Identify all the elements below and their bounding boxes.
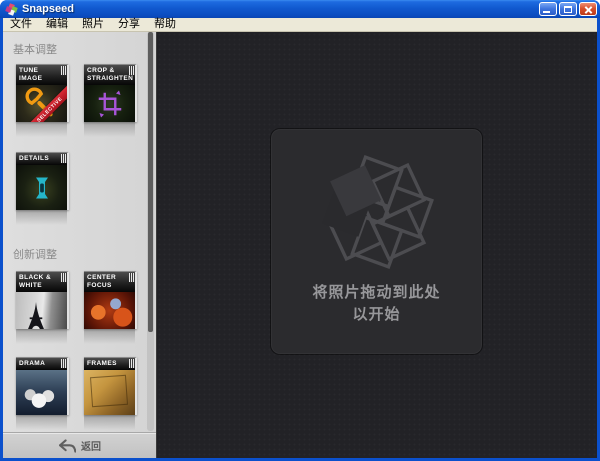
menu-help[interactable]: 帮助 — [147, 18, 183, 31]
back-arrow-icon — [59, 438, 76, 453]
title-bar[interactable]: Snapseed — [0, 0, 600, 18]
tile-art — [84, 370, 135, 415]
dropzone-hint-line1: 将照片拖动到此处 — [312, 284, 441, 301]
window-title: Snapseed — [22, 3, 74, 15]
main-canvas-area: 将照片拖动到此处 以开始 — [156, 32, 597, 458]
snapseed-logo — [321, 155, 434, 269]
sidebar-scrollbar-thumb[interactable] — [148, 32, 153, 332]
dropzone-hint: 将照片拖动到此处 以开始 — [271, 282, 482, 326]
barcode-icon — [61, 273, 67, 282]
filter-sidebar: 基本调整 TUNE IMAGE SELECTIVE CROP & STRAIGH… — [3, 32, 156, 458]
barcode-icon — [61, 154, 67, 163]
filter-tile-frames[interactable]: FRAMES — [84, 357, 137, 430]
snapseed-window: Snapseed 文件 编辑 照片 分享 帮助 基本调整 TUNE IMAGE — [0, 0, 600, 461]
close-button[interactable] — [579, 2, 597, 16]
filter-tile-drama[interactable]: DRAMA — [16, 357, 69, 430]
back-label: 返回 — [81, 442, 101, 453]
tile-label: CROP & STRAIGHTEN — [84, 65, 135, 86]
barcode-icon — [129, 359, 135, 368]
tile-art — [16, 292, 67, 329]
menu-bar: 文件 编辑 照片 分享 帮助 — [3, 18, 597, 32]
filter-tile-tune-image[interactable]: TUNE IMAGE SELECTIVE — [16, 64, 69, 137]
barcode-icon — [129, 273, 135, 282]
window-content: 基本调整 TUNE IMAGE SELECTIVE CROP & STRAIGH… — [3, 32, 597, 458]
filter-tile-center-focus[interactable]: CENTER FOCUS — [84, 271, 137, 344]
tile-label: BLACK & WHITE — [16, 272, 67, 293]
dropzone-hint-line2: 以开始 — [352, 306, 401, 323]
tile-art — [16, 370, 67, 415]
photo-dropzone[interactable]: 将照片拖动到此处 以开始 — [271, 129, 482, 354]
filter-tile-details[interactable]: DETAILS — [16, 152, 69, 225]
tile-art — [84, 292, 135, 329]
maximize-button[interactable] — [559, 2, 577, 16]
tile-label: FRAMES — [84, 358, 135, 371]
tile-label: TUNE IMAGE — [16, 65, 67, 86]
barcode-icon — [61, 359, 67, 368]
filter-tile-crop-straighten[interactable]: CROP & STRAIGHTEN — [84, 64, 137, 137]
eiffel-tower-icon — [28, 302, 44, 329]
section-title-basic: 基本调整 — [13, 44, 57, 56]
tile-art — [16, 165, 67, 210]
barcode-icon — [61, 66, 67, 75]
filter-tile-black-white[interactable]: BLACK & WHITE — [16, 271, 69, 344]
menu-share[interactable]: 分享 — [111, 18, 147, 31]
menu-photo[interactable]: 照片 — [75, 18, 111, 31]
minimize-button[interactable] — [539, 2, 557, 16]
minimize-icon — [543, 11, 550, 13]
sidebar-scrollbar-track[interactable] — [147, 32, 154, 431]
menu-edit[interactable]: 编辑 — [39, 18, 75, 31]
back-button[interactable]: 返回 — [3, 432, 156, 458]
tile-label: DETAILS — [16, 153, 67, 166]
section-title-creative: 创新调整 — [13, 249, 57, 261]
crop-icon — [98, 90, 121, 118]
maximize-icon — [564, 6, 572, 13]
barcode-icon — [129, 66, 135, 75]
tile-art: SELECTIVE — [16, 85, 67, 122]
tile-label: CENTER FOCUS — [84, 272, 135, 293]
snapseed-app-icon — [5, 2, 18, 16]
tile-art — [84, 85, 135, 122]
sharpener-icon — [35, 177, 48, 199]
menu-file[interactable]: 文件 — [3, 18, 39, 31]
tile-label: DRAMA — [16, 358, 67, 371]
